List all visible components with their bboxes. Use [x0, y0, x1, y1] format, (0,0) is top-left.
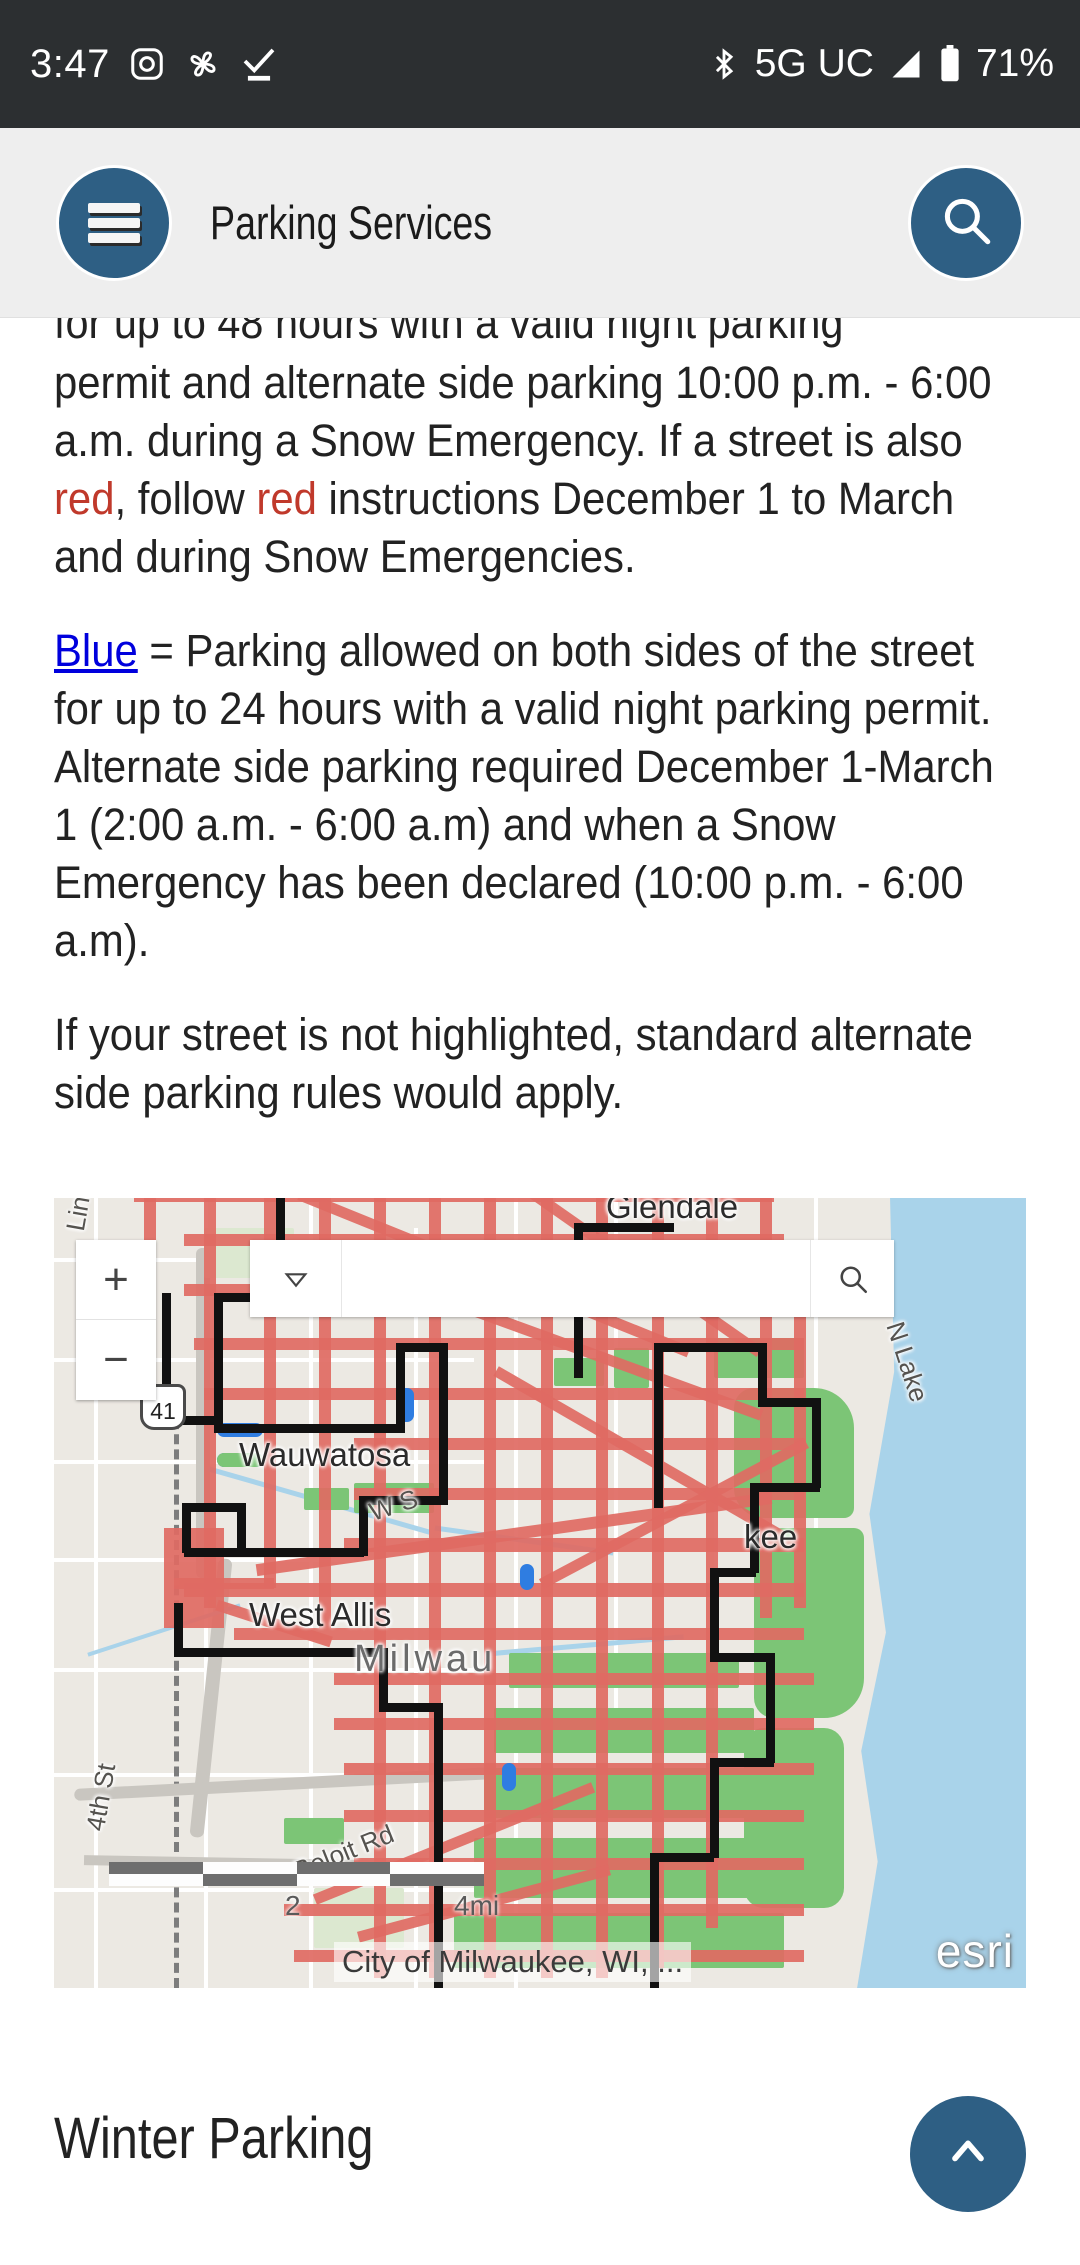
scale-label-end: 4mi [454, 1890, 500, 1921]
signal-icon [888, 46, 924, 82]
status-bar-right: 5G UC 71% [707, 42, 1054, 86]
map-zoom-controls[interactable]: + − [76, 1240, 156, 1400]
red-link-2[interactable]: red [256, 473, 316, 524]
bluetooth-icon [707, 45, 741, 83]
blue-link[interactable]: Blue [54, 625, 138, 676]
section-heading-winter-parking: Winter Parking [54, 2106, 374, 2171]
app-header: Parking Services [0, 128, 1080, 318]
esri-logo: esri [935, 1925, 1014, 1977]
map-label-west-allis: West Allis [249, 1596, 392, 1633]
map-canvas[interactable]: Glendale Wauwatosa West Allis Milwau kee… [54, 1198, 1026, 1988]
para1-part1: permit and alternate side parking 10:00 … [54, 357, 992, 466]
status-bar: 3:47 5G UC 71% [0, 0, 1080, 128]
clipped-text-line: for up to 48 hours with a valid night pa… [54, 318, 844, 348]
page-title: Parking Services [210, 196, 493, 249]
paragraph-red-rules: permit and alternate side parking 10:00 … [54, 354, 1026, 586]
article-content: for up to 48 hours with a valid night pa… [0, 318, 1080, 1158]
map-search-widget[interactable] [250, 1240, 894, 1317]
paragraph-blue-rules: Blue = Parking allowed on both sides of … [54, 622, 1026, 970]
map-label-wauwatosa: Wauwatosa [239, 1436, 411, 1473]
hamburger-menu-button[interactable] [56, 164, 172, 281]
zoom-out-button[interactable]: − [76, 1320, 156, 1400]
battery-percent-label: 71% [975, 42, 1054, 85]
map-scale-bar: 2 4mi [109, 1862, 499, 1921]
scroll-to-top-button[interactable] [910, 2096, 1026, 2212]
red-link-1[interactable]: red [54, 473, 114, 524]
map-attribution[interactable]: City of Milwaukee, WI, ... [334, 1942, 692, 1982]
pinwheel-icon [184, 45, 222, 83]
app-screen: 3:47 5G UC 71% Parking Services for up t… [0, 0, 1080, 2265]
scale-bar-row-1 [109, 1862, 484, 1874]
parking-map-widget[interactable]: Glendale Wauwatosa West Allis Milwau kee… [54, 1198, 1026, 1988]
chevron-up-icon [942, 2126, 994, 2183]
zoom-in-button[interactable]: + [76, 1240, 156, 1320]
scale-bar-row-2 [109, 1874, 484, 1886]
para2-text: = Parking allowed on both sides of the s… [54, 625, 994, 966]
scale-label-mid: 2 [285, 1890, 301, 1921]
hamburger-menu-icon [88, 202, 140, 243]
map-search-input[interactable] [342, 1240, 810, 1317]
task-check-icon [240, 45, 278, 83]
network-type-label: 5G UC [754, 42, 874, 85]
scale-bar-ticks: 2 4mi [109, 1886, 499, 1921]
chevron-down-icon[interactable] [250, 1240, 342, 1317]
map-search-icon[interactable] [810, 1240, 894, 1317]
search-icon [937, 191, 995, 254]
map-label-milwaukee: Milwau [354, 1638, 497, 1680]
paragraph-default-rules: If your street is not highlighted, stand… [54, 1009, 973, 1118]
status-bar-left: 3:47 [30, 42, 278, 87]
map-label-milwaukee-kee: kee [744, 1518, 798, 1555]
para1-part2: , follow [114, 473, 257, 524]
search-button[interactable] [908, 164, 1024, 281]
map-label-glendale: Glendale [606, 1198, 739, 1225]
status-clock: 3:47 [30, 41, 110, 86]
battery-icon [938, 45, 962, 83]
instagram-icon [128, 45, 166, 83]
